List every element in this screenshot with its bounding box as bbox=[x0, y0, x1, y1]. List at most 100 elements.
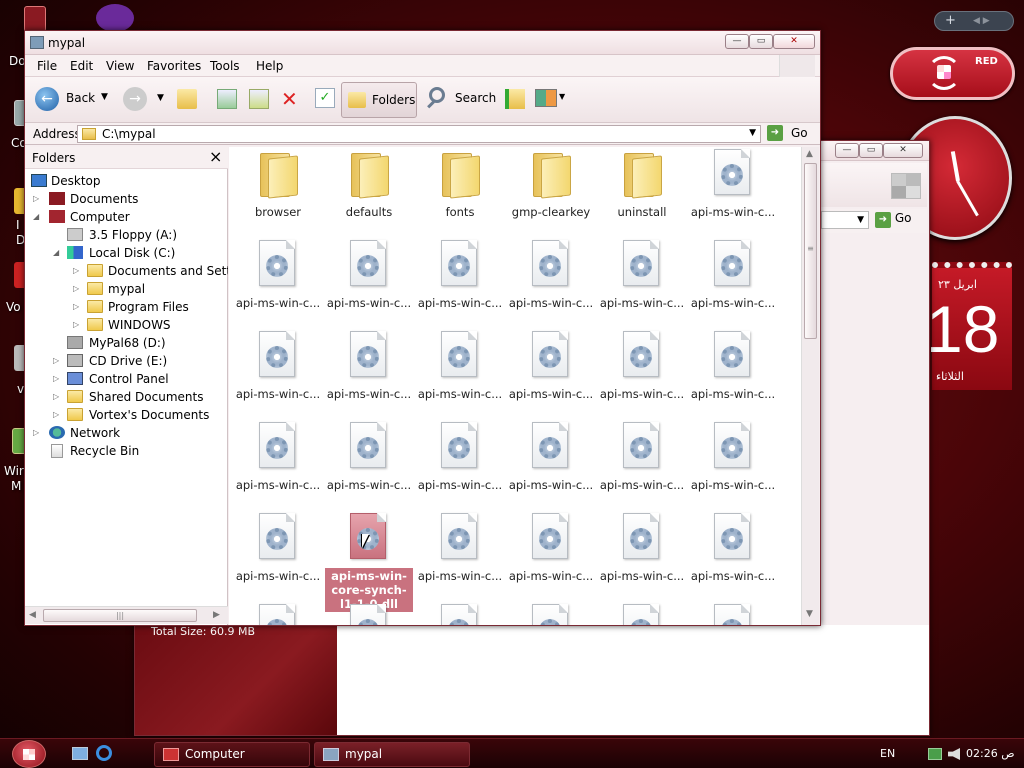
up-folder-icon[interactable] bbox=[177, 89, 197, 109]
minimize-button[interactable]: — bbox=[725, 34, 749, 49]
folder-sync-icon[interactable] bbox=[505, 89, 525, 109]
taskbar-item-mypal[interactable]: mypal bbox=[314, 742, 470, 767]
language-indicator[interactable]: EN bbox=[880, 747, 895, 760]
network-tray-icon[interactable] bbox=[928, 748, 942, 760]
expand-icon[interactable]: ▷ bbox=[73, 280, 79, 298]
file-item[interactable] bbox=[598, 602, 686, 625]
file-item[interactable] bbox=[689, 602, 777, 625]
file-item[interactable]: api-ms-win-c... bbox=[325, 238, 413, 318]
scroll-down-icon[interactable]: ▼ bbox=[806, 609, 813, 619]
address-input[interactable]: C:\mypal ▼ bbox=[77, 125, 761, 143]
file-item[interactable]: api-ms-win-c... bbox=[234, 511, 322, 591]
scroll-left-icon[interactable]: ◀ bbox=[29, 610, 36, 620]
show-desktop-icon[interactable] bbox=[72, 747, 88, 760]
folders-button[interactable]: Folders bbox=[341, 82, 417, 118]
address-dropdown-icon[interactable]: ▼ bbox=[749, 128, 756, 138]
collapse-icon[interactable]: ◢ bbox=[33, 208, 39, 226]
desktop-icon-documents[interactable] bbox=[24, 6, 46, 32]
file-item[interactable]: api-ms-win-c... bbox=[325, 329, 413, 409]
folder-item-gmp-clearkey[interactable]: gmp-clearkey bbox=[507, 147, 595, 227]
bg-close-button[interactable]: ✕ bbox=[883, 143, 923, 158]
sidebar-controls[interactable]: + ◀ ▶ bbox=[934, 11, 1014, 31]
file-item[interactable]: api-ms-win-c... bbox=[507, 420, 595, 500]
forward-dropdown-icon[interactable]: ▼ bbox=[157, 93, 164, 103]
collapse-icon[interactable]: ◢ bbox=[53, 244, 59, 262]
expand-icon[interactable]: ▷ bbox=[73, 298, 79, 316]
expand-icon[interactable]: ▷ bbox=[53, 370, 59, 388]
folders-pane-hscroll[interactable]: ◀ ||| ▶ bbox=[25, 606, 228, 624]
scroll-right-icon[interactable]: ▶ bbox=[213, 610, 220, 620]
menu-file[interactable]: File bbox=[37, 59, 57, 73]
file-item[interactable]: api-ms-win-c... bbox=[507, 511, 595, 591]
file-item[interactable]: api-ms-win-c... bbox=[416, 511, 504, 591]
file-item[interactable]: api-ms-win-c... bbox=[507, 238, 595, 318]
title-bar[interactable]: mypal — ▭ ✕ bbox=[25, 31, 820, 55]
bg-maximize-button[interactable]: ▭ bbox=[859, 143, 883, 158]
file-item[interactable]: api-ms-win-c... bbox=[416, 238, 504, 318]
sidebar-nav-icon[interactable]: ◀ ▶ bbox=[973, 16, 990, 26]
menu-help[interactable]: Help bbox=[256, 59, 283, 73]
back-button[interactable]: ← Back ▼ bbox=[35, 85, 115, 115]
file-item[interactable]: api-ms-win-c... bbox=[325, 420, 413, 500]
file-item[interactable]: api-ms-win-c... bbox=[234, 329, 322, 409]
file-item[interactable]: api-ms-win-c... bbox=[689, 147, 777, 227]
clock-time[interactable]: 02:26 ص bbox=[966, 747, 1015, 760]
menu-tools[interactable]: Tools bbox=[210, 59, 240, 73]
search-button[interactable]: Search bbox=[427, 85, 499, 115]
add-gadget-icon[interactable]: + bbox=[945, 13, 956, 28]
expand-icon[interactable]: ▷ bbox=[73, 262, 79, 280]
move-to-icon[interactable] bbox=[217, 89, 237, 109]
maximize-button[interactable]: ▭ bbox=[749, 34, 773, 49]
file-item[interactable]: api-ms-win-c... bbox=[689, 329, 777, 409]
desktop-label-i[interactable]: I bbox=[16, 218, 20, 232]
internet-explorer-icon[interactable] bbox=[96, 745, 112, 761]
file-item[interactable]: api-ms-win-c... bbox=[416, 329, 504, 409]
bg-minimize-button[interactable]: — bbox=[835, 143, 859, 158]
explorer-window[interactable]: mypal — ▭ ✕ File Edit View Favorites Too… bbox=[24, 30, 821, 626]
expand-icon[interactable]: ▷ bbox=[53, 352, 59, 370]
go-button[interactable]: ➜ Go bbox=[767, 125, 817, 143]
file-item[interactable]: api-ms-win-c... bbox=[689, 238, 777, 318]
file-item[interactable]: api-ms-win-c... bbox=[689, 420, 777, 500]
expand-icon[interactable]: ▷ bbox=[33, 424, 39, 442]
folder-item-defaults[interactable]: defaults bbox=[325, 147, 413, 227]
start-button[interactable] bbox=[12, 740, 46, 768]
folder-item-uninstall[interactable]: uninstall bbox=[598, 147, 686, 227]
folders-pane-close-icon[interactable]: × bbox=[209, 147, 222, 166]
taskbar-item-computer[interactable]: Computer bbox=[154, 742, 310, 767]
file-item[interactable]: api-ms-win-c... bbox=[598, 511, 686, 591]
file-item[interactable]: api-ms-win-c... bbox=[689, 511, 777, 591]
file-view-vscroll[interactable]: ▲ ≡ ▼ bbox=[801, 147, 819, 625]
scroll-up-icon[interactable]: ▲ bbox=[806, 149, 813, 159]
bg-go-button[interactable]: ➜ Go bbox=[875, 211, 923, 229]
expand-icon[interactable]: ▷ bbox=[53, 406, 59, 424]
file-item[interactable]: api-ms-win-c... bbox=[416, 420, 504, 500]
file-item[interactable]: api-ms-win-c... bbox=[507, 329, 595, 409]
close-button[interactable]: ✕ bbox=[773, 34, 815, 49]
views-button[interactable]: ▼ bbox=[535, 87, 569, 111]
bg-address-dropdown[interactable]: ▼ bbox=[821, 211, 869, 229]
forward-button[interactable]: → ▼ bbox=[121, 87, 169, 113]
desktop-icon-yahoo[interactable] bbox=[96, 4, 134, 32]
folder-item-browser[interactable]: browser bbox=[234, 147, 322, 227]
file-item[interactable]: api-ms-win-c... bbox=[598, 420, 686, 500]
file-item[interactable]: api-ms-win-c... bbox=[598, 238, 686, 318]
desktop-label-vo[interactable]: Vo bbox=[6, 300, 21, 314]
file-item[interactable] bbox=[234, 602, 322, 625]
folder-item-fonts[interactable]: fonts bbox=[416, 147, 504, 227]
menu-favorites[interactable]: Favorites bbox=[147, 59, 201, 73]
volume-tray-icon[interactable] bbox=[948, 748, 960, 760]
file-item[interactable] bbox=[507, 602, 595, 625]
file-item[interactable] bbox=[416, 602, 504, 625]
expand-icon[interactable]: ▷ bbox=[73, 316, 79, 334]
file-item[interactable]: api-ms-win-c... bbox=[234, 420, 322, 500]
file-item[interactable]: api-ms-win-c... bbox=[598, 329, 686, 409]
copy-to-icon[interactable] bbox=[249, 89, 269, 109]
file-item[interactable]: api-ms-win-c... bbox=[234, 238, 322, 318]
file-item-selected[interactable]: api-ms-win-core-synch-l1-1-0.dll bbox=[325, 511, 413, 612]
menu-view[interactable]: View bbox=[106, 59, 134, 73]
expand-icon[interactable]: ▷ bbox=[53, 388, 59, 406]
back-dropdown-icon[interactable]: ▼ bbox=[101, 92, 108, 102]
hscroll-thumb[interactable]: ||| bbox=[43, 609, 197, 622]
menu-edit[interactable]: Edit bbox=[70, 59, 93, 73]
